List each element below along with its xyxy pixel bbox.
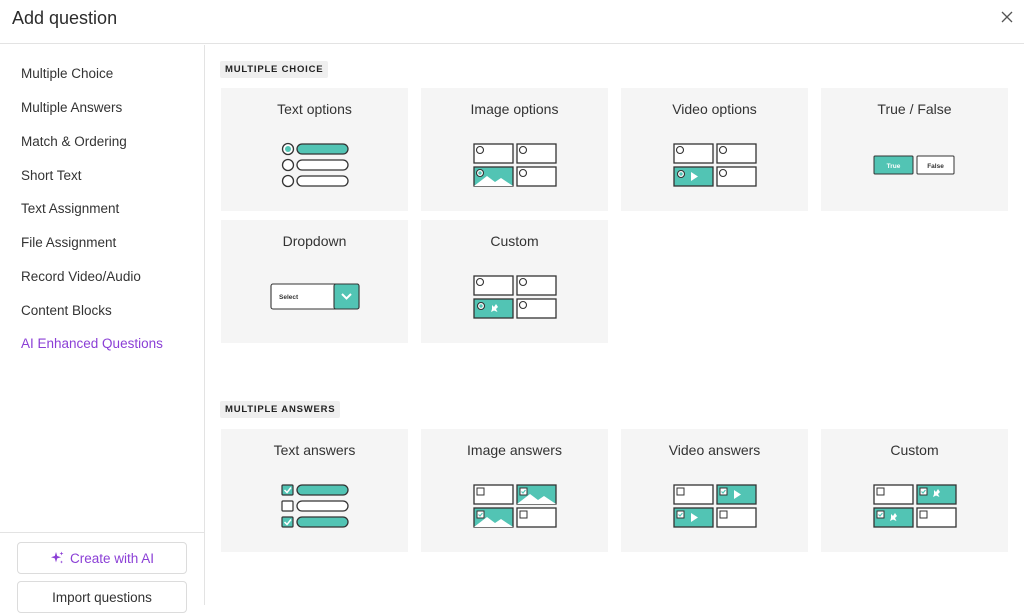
import-questions-label: Import questions xyxy=(52,589,152,605)
text-options-illustration xyxy=(281,142,349,188)
sidebar-item-short-text[interactable]: Short Text xyxy=(21,168,82,183)
sidebar-item-record-video-audio[interactable]: Record Video/Audio xyxy=(21,269,141,284)
card-video-options[interactable]: Video options xyxy=(621,88,808,211)
card-title: True / False xyxy=(877,101,952,117)
sidebar-item-multiple-choice[interactable]: Multiple Choice xyxy=(21,66,113,81)
sparkle-icon xyxy=(50,551,64,564)
create-with-ai-label: Create with AI xyxy=(69,550,155,566)
video-answers-illustration xyxy=(673,484,757,528)
true-label: True xyxy=(887,163,901,170)
true-false-illustration: True False xyxy=(873,155,955,175)
card-text-options[interactable]: Text options xyxy=(221,88,408,211)
sidebar-item-content-blocks[interactable]: Content Blocks xyxy=(21,303,112,318)
sidebar-divider xyxy=(0,532,204,533)
import-questions-button[interactable]: Import questions xyxy=(17,581,187,613)
card-true-false[interactable]: True / False True False xyxy=(821,88,1008,211)
section-label-multiple-answers: MULTIPLE ANSWERS xyxy=(220,401,341,418)
card-title: Image answers xyxy=(467,442,562,458)
sidebar: Multiple Choice Multiple Answers Match &… xyxy=(0,45,205,613)
card-title: Image options xyxy=(470,101,559,117)
sidebar-item-ai-enhanced-questions[interactable]: AI Enhanced Questions xyxy=(21,336,163,351)
sidebar-item-match-ordering[interactable]: Match & Ordering xyxy=(21,134,127,149)
video-options-illustration xyxy=(673,143,757,187)
card-image-answers[interactable]: Image answers xyxy=(421,429,608,552)
card-title: Text answers xyxy=(273,442,356,458)
card-title: Custom xyxy=(490,233,539,249)
create-with-ai-button[interactable]: Create with AI xyxy=(17,542,187,574)
select-label: Select xyxy=(279,294,299,301)
custom-answers-illustration xyxy=(873,484,957,528)
card-custom-answers[interactable]: Custom xyxy=(821,429,1008,552)
card-video-answers[interactable]: Video answers xyxy=(621,429,808,552)
card-text-answers[interactable]: Text answers xyxy=(221,429,408,552)
card-title: Text options xyxy=(277,101,352,117)
close-icon[interactable] xyxy=(998,8,1016,26)
section-label-multiple-choice: MULTIPLE CHOICE xyxy=(220,61,329,78)
card-image-options[interactable]: Image options xyxy=(421,88,608,211)
card-title: Video answers xyxy=(668,442,761,458)
sidebar-item-text-assignment[interactable]: Text Assignment xyxy=(21,201,119,216)
false-label: False xyxy=(927,163,944,170)
sidebar-item-file-assignment[interactable]: File Assignment xyxy=(21,235,116,250)
custom-options-illustration xyxy=(473,275,557,319)
card-title: Dropdown xyxy=(282,233,347,249)
card-dropdown[interactable]: Dropdown Select xyxy=(221,220,408,343)
dropdown-illustration: Select xyxy=(270,283,360,310)
image-answers-illustration xyxy=(473,484,557,528)
image-options-illustration xyxy=(473,143,557,187)
dialog-title: Add question xyxy=(12,8,118,28)
card-custom-options[interactable]: Custom xyxy=(421,220,608,343)
sidebar-item-multiple-answers[interactable]: Multiple Answers xyxy=(21,100,122,115)
dialog-header: Add question xyxy=(0,0,1024,44)
text-answers-illustration xyxy=(281,484,349,528)
card-title: Video options xyxy=(672,101,757,117)
card-title: Custom xyxy=(890,442,939,458)
